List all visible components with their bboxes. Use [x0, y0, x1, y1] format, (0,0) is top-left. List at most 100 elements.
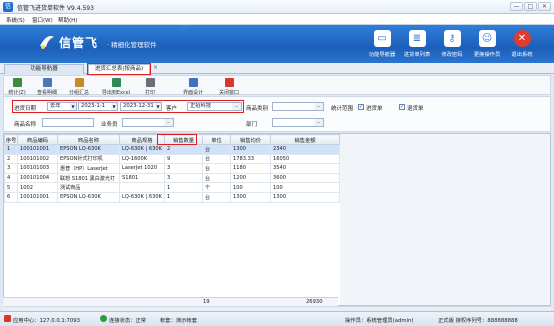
status-bar: 应用中心：127.0.0.1:7093 连接状态：正常 帐套：演示帐套 操作员：…	[0, 311, 554, 326]
date-to-value: 2023-12-31	[123, 103, 154, 109]
group-summary-button[interactable]: 分组汇总	[66, 77, 92, 96]
return-checkbox[interactable]: ✓	[399, 104, 405, 110]
menu-help[interactable]: 帮助(H)	[58, 16, 77, 24]
table-row[interactable]: 4 100101004 联想 S1801 黑白激光打 S1801 3 台 120…	[4, 172, 340, 184]
tab-label: 进货汇总表(按商品)	[94, 66, 144, 72]
tab-purchase-summary[interactable]: 进货汇总表(按商品)	[88, 64, 150, 75]
export-excel-button-label: 导出到Excel	[101, 90, 131, 96]
col-header-spec[interactable]: 商品规格	[119, 134, 165, 145]
chevron-down-icon: ▼	[155, 103, 161, 110]
cell-code: 100101002	[17, 153, 58, 165]
customer-value: 正招科技	[190, 103, 212, 109]
minimize-button[interactable]: —	[510, 2, 523, 11]
nav-button-label: 修改密码	[441, 52, 463, 58]
stat-range-label: 统计范围	[331, 106, 354, 112]
table-row[interactable]: 3 100101003 惠普（HP）LaserJet LaserJet 1020…	[4, 163, 340, 174]
customer-label: 客户	[166, 106, 178, 112]
cell-avg-price: 1200	[230, 172, 271, 184]
chevron-down-icon: ▼	[70, 103, 76, 110]
purchase-checkbox[interactable]: ✓	[358, 104, 364, 110]
design-icon	[188, 78, 198, 87]
cell-spec	[119, 182, 165, 193]
tab-strip: 功能导航器 进货汇总表(按商品) ×	[0, 63, 554, 75]
cell-qty: 2	[164, 144, 203, 155]
title-bar: 信 信管飞进货单软件 V9.4.593 — □ ✕	[0, 0, 554, 14]
tab-navigator[interactable]: 功能导航器	[4, 64, 84, 74]
cell-unit: 台	[202, 153, 231, 165]
col-header-avg-price[interactable]: 销售均价	[230, 134, 271, 145]
col-header-unit[interactable]: 单位	[202, 134, 231, 145]
cell-name: 联想 S1801 黑白激光打	[57, 172, 120, 184]
app-logo-icon: 信	[3, 2, 13, 12]
close-window-icon	[224, 78, 234, 87]
col-header-qty[interactable]: 销售数量	[164, 134, 203, 145]
close-button[interactable]: ✕	[538, 2, 551, 11]
cell-unit: 个	[202, 182, 231, 193]
menu-window[interactable]: 窗口(W)	[32, 16, 53, 24]
cell-avg-price: 1180	[230, 163, 271, 174]
nav-button-navigator[interactable]: ▭ 功能导航器	[362, 28, 402, 61]
cell-qty: 3	[164, 163, 203, 174]
cell-index: 4	[4, 172, 18, 184]
window-title: 信管飞进货单软件 V9.4.593	[17, 5, 94, 12]
tab-close-icon[interactable]: ×	[153, 64, 158, 71]
more-icon[interactable]: ···	[314, 119, 323, 126]
view-detail-button[interactable]: 查看明细	[34, 77, 60, 96]
more-icon[interactable]: ···	[314, 103, 323, 110]
print-button-label: 打印	[144, 90, 155, 96]
salesman-input[interactable]: ···	[122, 118, 174, 127]
detail-icon	[42, 78, 52, 87]
cell-qty: 3	[164, 172, 203, 184]
account-set-status: 帐套：演示帐套	[160, 318, 198, 324]
return-option-label: 退货单	[407, 106, 424, 112]
table-row[interactable]: 2 100101002 EPSON针式打印机 LQ-1600K 9 台 1783…	[4, 153, 340, 165]
col-header-code[interactable]: 商品编码	[17, 134, 58, 145]
stats-button-label: 统计(Z)	[8, 90, 26, 96]
excel-icon	[111, 78, 121, 87]
nav-button-switch-operator[interactable]: ☺ 更换操作员	[467, 28, 507, 61]
table-row[interactable]: 1 100101001 EPSON LQ-630K LQ-630K | 630K…	[4, 144, 340, 155]
total-amount: 26930	[306, 299, 323, 305]
customer-input[interactable]: 正招科技 ···	[187, 102, 242, 111]
filter-panel: 进货日期 去年 ▼ 2023-1-1 ▼ 2023-12-31 ▼ 客户 正招科…	[3, 96, 551, 132]
cell-code: 100101001	[17, 191, 58, 203]
table-row[interactable]: 6 100101001 EPSON LQ-630K LQ-630K | 630K…	[4, 191, 340, 203]
more-icon[interactable]: ···	[232, 103, 241, 110]
cell-avg-price: 1300	[230, 144, 271, 155]
cell-amount: 3600	[270, 172, 340, 184]
nav-button-change-password[interactable]: ⚷ 修改密码	[432, 28, 472, 61]
cell-qty: 9	[164, 153, 203, 165]
cell-amount: 1300	[270, 191, 340, 203]
print-button[interactable]: 打印	[140, 77, 160, 96]
close-window-button-label: 关闭窗口	[218, 90, 239, 96]
date-from-value: 2023-1-1	[81, 103, 106, 109]
purchase-option-label: 进货单	[366, 106, 383, 112]
cell-amount: 16050	[270, 153, 340, 165]
cell-code: 100101004	[17, 172, 58, 184]
close-window-button[interactable]: 关闭窗口	[216, 77, 242, 96]
menu-system[interactable]: 系统(S)	[6, 16, 25, 24]
cell-code: 100101003	[17, 163, 58, 174]
col-header-name[interactable]: 商品名称	[57, 134, 120, 145]
ui-design-button[interactable]: 界面设计	[180, 77, 206, 96]
period-select[interactable]: 去年 ▼	[47, 102, 77, 111]
category-input[interactable]: ···	[272, 102, 324, 111]
product-name-input[interactable]	[42, 118, 94, 127]
connection-ok-icon	[100, 315, 107, 322]
department-input[interactable]: ···	[272, 118, 324, 127]
cell-amount: 100	[270, 182, 340, 193]
table-row[interactable]: 5 1002 测试商品 1 个 100 100	[4, 182, 340, 193]
date-from-input[interactable]: 2023-1-1 ▼	[78, 102, 118, 111]
view-detail-button-label: 查看明细	[36, 90, 57, 96]
col-header-amount[interactable]: 销售金额	[270, 134, 340, 145]
maximize-button[interactable]: □	[524, 2, 537, 11]
more-icon[interactable]: ···	[164, 119, 173, 126]
nav-button-purchase-list[interactable]: ≣ 进货单列表	[397, 28, 437, 61]
stats-button[interactable]: 统计(Z)	[6, 77, 28, 96]
nav-button-exit[interactable]: ✕ 退出系统	[502, 28, 542, 61]
export-excel-button[interactable]: 导出到Excel	[98, 77, 134, 96]
date-to-input[interactable]: 2023-12-31 ▼	[120, 102, 162, 111]
col-header-index[interactable]: 序号	[4, 134, 18, 145]
department-label: 部门	[246, 122, 258, 128]
cell-code: 1002	[17, 182, 58, 193]
